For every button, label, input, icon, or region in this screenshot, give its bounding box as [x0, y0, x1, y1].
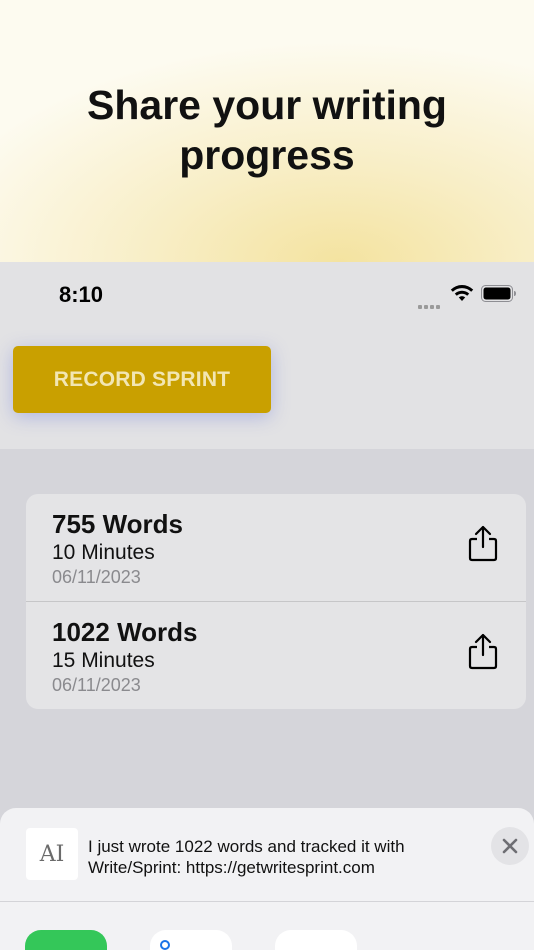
messages-app-icon[interactable] — [25, 930, 107, 950]
sheet-divider — [0, 901, 534, 902]
record-sprint-button[interactable]: RECORD SPRINT — [13, 346, 271, 413]
close-icon — [502, 838, 518, 854]
share-preview-text: I just wrote 1022 words and tracked it w… — [88, 837, 405, 877]
sprint-date: 06/11/2023 — [52, 675, 141, 695]
cellular-signal-icon — [418, 296, 444, 309]
sprint-words: 755 Words — [52, 509, 184, 539]
header-area: 8:10 RECORD SPRINT — [0, 262, 534, 449]
hero-banner: Share your writing progress — [0, 0, 534, 262]
sprint-words: 1022 Words — [52, 617, 198, 647]
list-item: 755 Words 10 Minutes 06/11/2023 — [26, 494, 526, 601]
share-icon[interactable] — [467, 524, 499, 562]
sprint-minutes: 10 Minutes — [52, 541, 155, 564]
sprint-date: 06/11/2023 — [52, 567, 141, 587]
sprint-list: 755 Words 10 Minutes 06/11/2023 1022 Wor… — [26, 494, 526, 709]
sprint-minutes: 15 Minutes — [52, 649, 155, 672]
list-item: 1022 Words 15 Minutes 06/11/2023 — [26, 602, 526, 709]
battery-icon — [481, 285, 516, 302]
hero-title: Share your writing progress — [87, 82, 447, 178]
close-button[interactable] — [491, 827, 529, 865]
app-icon[interactable] — [150, 930, 232, 950]
text-preview-icon: AI — [26, 828, 78, 880]
status-time: 8:10 — [59, 282, 104, 307]
app-icon[interactable] — [275, 930, 357, 950]
share-sheet: AI I just wrote 1022 words and tracked i… — [0, 808, 534, 950]
share-icon[interactable] — [467, 632, 499, 670]
app-screen: 8:10 RECORD SPRINT 755 Words 10 Minutes … — [0, 262, 534, 950]
wifi-icon — [450, 285, 474, 301]
